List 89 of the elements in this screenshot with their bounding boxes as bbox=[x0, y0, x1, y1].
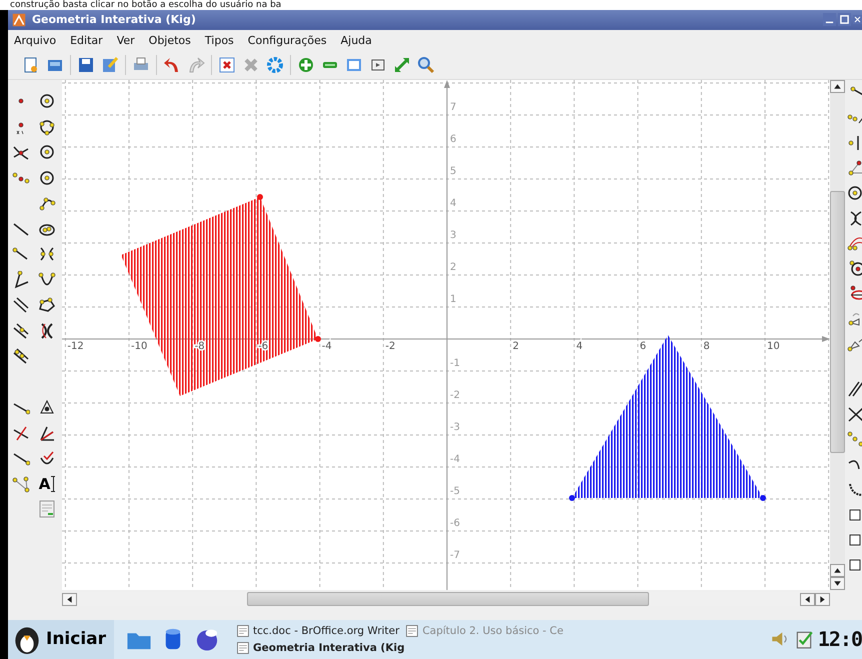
axis-label: 3 bbox=[450, 230, 456, 242]
gear-icon[interactable] bbox=[266, 56, 284, 74]
hyperbola-icon[interactable] bbox=[38, 245, 56, 264]
scroll-up-icon[interactable] bbox=[830, 564, 845, 578]
scroll-left-icon[interactable] bbox=[62, 592, 77, 606]
menu-item[interactable]: Configurações bbox=[248, 34, 327, 48]
axis-label: -2 bbox=[385, 341, 396, 352]
axis-label: 2 bbox=[512, 341, 519, 352]
menu-item[interactable]: Ver bbox=[116, 34, 135, 48]
menu-item[interactable]: Objetos bbox=[148, 34, 191, 48]
window-icon[interactable] bbox=[405, 624, 420, 638]
axis-label: -1 bbox=[450, 358, 460, 370]
mirror-icon[interactable] bbox=[847, 134, 862, 152]
axis-label: -10 bbox=[131, 341, 148, 352]
window-icon[interactable] bbox=[236, 640, 250, 655]
axis-label: 8 bbox=[703, 341, 710, 352]
resize-icon[interactable] bbox=[393, 56, 411, 74]
delete-icon[interactable] bbox=[218, 56, 236, 74]
axis-label: -3 bbox=[450, 422, 460, 434]
menu-item[interactable]: Arquivo bbox=[14, 34, 56, 48]
scroll-left-icon[interactable] bbox=[800, 592, 815, 606]
edit-icon[interactable] bbox=[101, 56, 119, 74]
geometry-canvas[interactable]: 7 6 5 4 3 2 1 -1 -2 -3 -4 -5 -6 -7 -12 -10 -8 -6 -4 -2 2 4 6 8 10 bbox=[62, 80, 830, 590]
square-polygon[interactable] bbox=[121, 197, 318, 396]
axis-label: 1 bbox=[450, 294, 456, 306]
axis-label: 2 bbox=[450, 262, 456, 274]
axis-label: -4 bbox=[322, 341, 332, 352]
circle-icon[interactable] bbox=[847, 259, 862, 278]
point[interactable] bbox=[760, 495, 766, 502]
menu-item[interactable]: Ajuda bbox=[340, 34, 372, 48]
parallel-lines-icon[interactable] bbox=[12, 322, 30, 340]
script-icon[interactable] bbox=[38, 500, 56, 518]
taskbar-item[interactable]: tcc.doc - BrOffice.org Writer bbox=[236, 624, 400, 638]
document-text: construção basta clicar no botão a escolha do usuário na ba bbox=[9, 0, 282, 10]
axis-label: -6 bbox=[258, 341, 268, 352]
start-button[interactable]: Iniciar bbox=[8, 620, 114, 659]
menu-item[interactable]: Tipos bbox=[204, 34, 234, 48]
triangle-icon[interactable] bbox=[38, 398, 56, 416]
axis-label: -6 bbox=[450, 518, 460, 530]
axis-label: -7 bbox=[450, 550, 460, 562]
parallel-lines-icon[interactable] bbox=[12, 347, 30, 366]
axis-label: 10 bbox=[767, 341, 780, 352]
axis-label: -2 bbox=[450, 390, 460, 402]
vertical-scrollbar[interactable] bbox=[830, 80, 845, 590]
window-title: Geometria Interativa (Kig) bbox=[32, 13, 197, 26]
taskbar-item[interactable]: Geometria Interativa (Kig bbox=[236, 640, 405, 655]
circle-icon[interactable] bbox=[38, 118, 56, 136]
scroll-right-icon[interactable] bbox=[815, 592, 830, 606]
triangle-icon[interactable] bbox=[847, 159, 862, 178]
polygon-icon[interactable] bbox=[38, 296, 56, 314]
parallel-lines-icon[interactable] bbox=[847, 380, 862, 398]
triangle-polygon[interactable] bbox=[572, 335, 763, 498]
axis-label: 4 bbox=[576, 341, 583, 352]
new-document-icon[interactable] bbox=[22, 56, 40, 74]
cross-icon[interactable] bbox=[847, 405, 862, 424]
axis-label: -12 bbox=[67, 341, 84, 352]
axis-label: -5 bbox=[450, 486, 460, 498]
axis-label: -8 bbox=[194, 341, 205, 352]
point[interactable] bbox=[569, 495, 575, 502]
circle-icon[interactable] bbox=[38, 168, 56, 187]
circle-icon[interactable] bbox=[38, 92, 56, 110]
point[interactable] bbox=[257, 194, 263, 200]
scroll-up-icon[interactable] bbox=[830, 80, 845, 94]
point[interactable] bbox=[315, 336, 321, 342]
axis-label: 4 bbox=[450, 198, 456, 210]
clock: 12:0 bbox=[818, 627, 862, 652]
vector-sum-icon[interactable] bbox=[12, 474, 30, 493]
angle-icon[interactable] bbox=[12, 270, 30, 289]
axis-label: 6 bbox=[640, 341, 646, 352]
zoom-in-icon[interactable] bbox=[297, 56, 315, 74]
points-icon[interactable] bbox=[847, 430, 862, 448]
kig-logo-icon[interactable] bbox=[12, 12, 26, 27]
close-icon[interactable] bbox=[853, 13, 862, 26]
save-icon[interactable] bbox=[77, 56, 95, 74]
horizontal-scrollbar[interactable] bbox=[62, 592, 830, 606]
axis-label: 7 bbox=[450, 102, 456, 114]
menu-item[interactable]: Editar bbox=[70, 34, 103, 48]
text-tool-button[interactable]: A bbox=[38, 474, 56, 493]
parallel-lines-icon[interactable] bbox=[12, 296, 30, 314]
axis-label: 6 bbox=[450, 134, 456, 146]
window-icon[interactable] bbox=[236, 624, 250, 638]
scroll-down-icon[interactable] bbox=[830, 577, 845, 590]
search-icon[interactable] bbox=[417, 56, 435, 74]
undo-icon[interactable] bbox=[163, 56, 181, 74]
axis-label: 5 bbox=[450, 166, 456, 178]
circle-icon[interactable] bbox=[38, 143, 56, 162]
minimize-icon[interactable] bbox=[823, 13, 836, 26]
maximize-icon[interactable] bbox=[838, 13, 851, 26]
axis-label: -4 bbox=[450, 454, 460, 466]
